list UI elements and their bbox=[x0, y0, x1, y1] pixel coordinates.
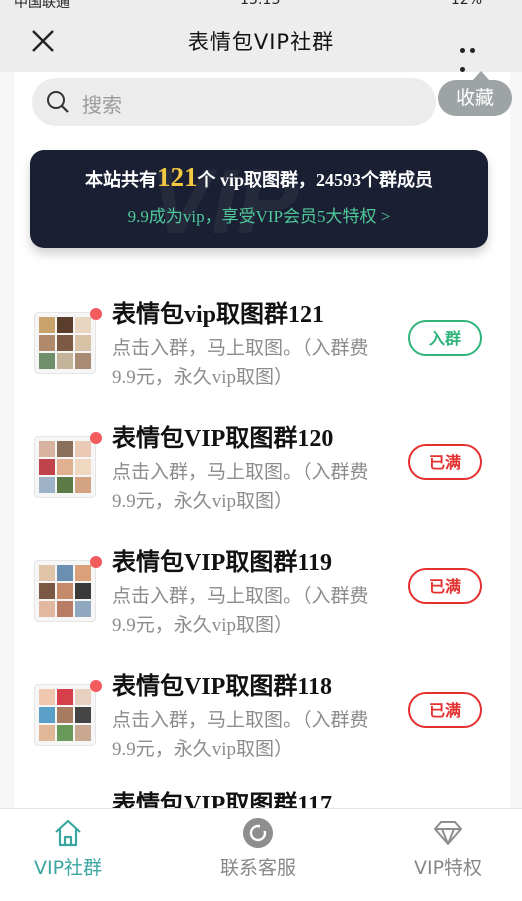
banner-text-mid: 个 vip取图群， bbox=[197, 170, 316, 190]
group-title-partial[interactable]: 表情包VIP取图群117 bbox=[112, 784, 332, 808]
join-group-button[interactable]: 入群 bbox=[408, 320, 482, 356]
tab-label: 联系客服 bbox=[219, 857, 296, 879]
group-title: 表情包VIP取图群118 bbox=[112, 674, 333, 700]
list-item[interactable]: 表情包VIP取图群118 点击入群，马上取图。（入群费9.9元，永久vip取图）… bbox=[14, 660, 510, 784]
group-description: 点击入群，马上取图。（入群费9.9元，永久vip取图） bbox=[112, 710, 369, 760]
battery-label: 12% bbox=[450, 0, 482, 8]
vip-banner[interactable]: VIP 本站共有121个 vip取图群，24593个群成员 9.9成为vip，享… bbox=[30, 150, 488, 248]
banner-stats: 本站共有121个 vip取图群，24593个群成员 bbox=[30, 162, 488, 193]
clock: 13:13 bbox=[240, 0, 281, 8]
customer-service-icon bbox=[243, 818, 273, 848]
search-icon bbox=[47, 91, 69, 113]
group-title: 表情包vip取图群121 bbox=[112, 302, 325, 328]
tab-vip-privileges[interactable]: VIP特权 bbox=[388, 809, 508, 901]
list-item[interactable]: 表情包VIP取图群119 点击入群，马上取图。（入群费9.9元，永久vip取图）… bbox=[14, 536, 510, 660]
unread-dot bbox=[90, 308, 102, 320]
group-thumbnail bbox=[34, 436, 96, 498]
group-count: 121 bbox=[156, 162, 198, 192]
page-edge-left bbox=[0, 72, 14, 808]
group-thumbnail bbox=[34, 684, 96, 746]
main-content: 搜索 收藏 VIP 本站共有121个 vip取图群，24593个群成员 9.9成… bbox=[14, 71, 512, 808]
bottom-tab-bar: VIP社群 联系客服 VIP特权 bbox=[0, 808, 522, 901]
tab-customer-service[interactable]: 联系客服 bbox=[198, 809, 318, 901]
group-title: 表情包VIP取图群120 bbox=[112, 426, 334, 452]
status-bar: 中国联通 13:13 12% bbox=[0, 0, 522, 8]
group-thumbnail bbox=[34, 560, 96, 622]
banner-text-prefix: 本站共有 bbox=[84, 170, 157, 190]
group-list: 表情包vip取图群121 点击入群，马上取图。（入群费9.9元，永久vip取图）… bbox=[14, 288, 510, 784]
nav-bar: 表情包VIP社群 bbox=[0, 8, 522, 72]
page-edge-right bbox=[510, 72, 522, 808]
group-full-button[interactable]: 已满 bbox=[408, 568, 482, 604]
group-full-button[interactable]: 已满 bbox=[408, 444, 482, 480]
carrier-label: 中国联通 bbox=[14, 0, 70, 8]
unread-dot bbox=[90, 556, 102, 568]
banner-subtitle-link[interactable]: 9.9成为vip，享受VIP会员5大特权 > bbox=[30, 202, 488, 227]
group-full-button[interactable]: 已满 bbox=[408, 692, 482, 728]
group-title: 表情包VIP取图群119 bbox=[112, 550, 333, 576]
favorite-button[interactable]: 收藏 bbox=[438, 71, 512, 116]
search-input[interactable]: 搜索 bbox=[32, 78, 436, 126]
group-thumbnail bbox=[34, 312, 96, 374]
list-item[interactable]: 表情包VIP取图群120 点击入群，马上取图。（入群费9.9元，永久vip取图）… bbox=[14, 412, 510, 536]
banner-text-suffix: 个群成员 bbox=[361, 170, 433, 190]
tab-label: VIP社群 bbox=[33, 857, 103, 879]
unread-dot bbox=[90, 680, 102, 692]
group-description: 点击入群，马上取图。（入群费9.9元，永久vip取图） bbox=[112, 338, 369, 388]
more-options-icon[interactable] bbox=[460, 38, 488, 72]
tab-vip-community[interactable]: VIP社群 bbox=[8, 809, 128, 901]
tab-label: VIP特权 bbox=[413, 857, 483, 879]
search-placeholder: 搜索 bbox=[82, 93, 122, 117]
group-description: 点击入群，马上取图。（入群费9.9元，永久vip取图） bbox=[112, 586, 369, 636]
member-count: 24593 bbox=[316, 170, 361, 190]
home-icon bbox=[55, 819, 81, 847]
list-item[interactable]: 表情包vip取图群121 点击入群，马上取图。（入群费9.9元，永久vip取图）… bbox=[14, 288, 510, 412]
group-description: 点击入群，马上取图。（入群费9.9元，永久vip取图） bbox=[112, 462, 369, 512]
unread-dot bbox=[90, 432, 102, 444]
page-title: 表情包VIP社群 bbox=[187, 30, 335, 54]
diamond-icon bbox=[434, 821, 462, 845]
